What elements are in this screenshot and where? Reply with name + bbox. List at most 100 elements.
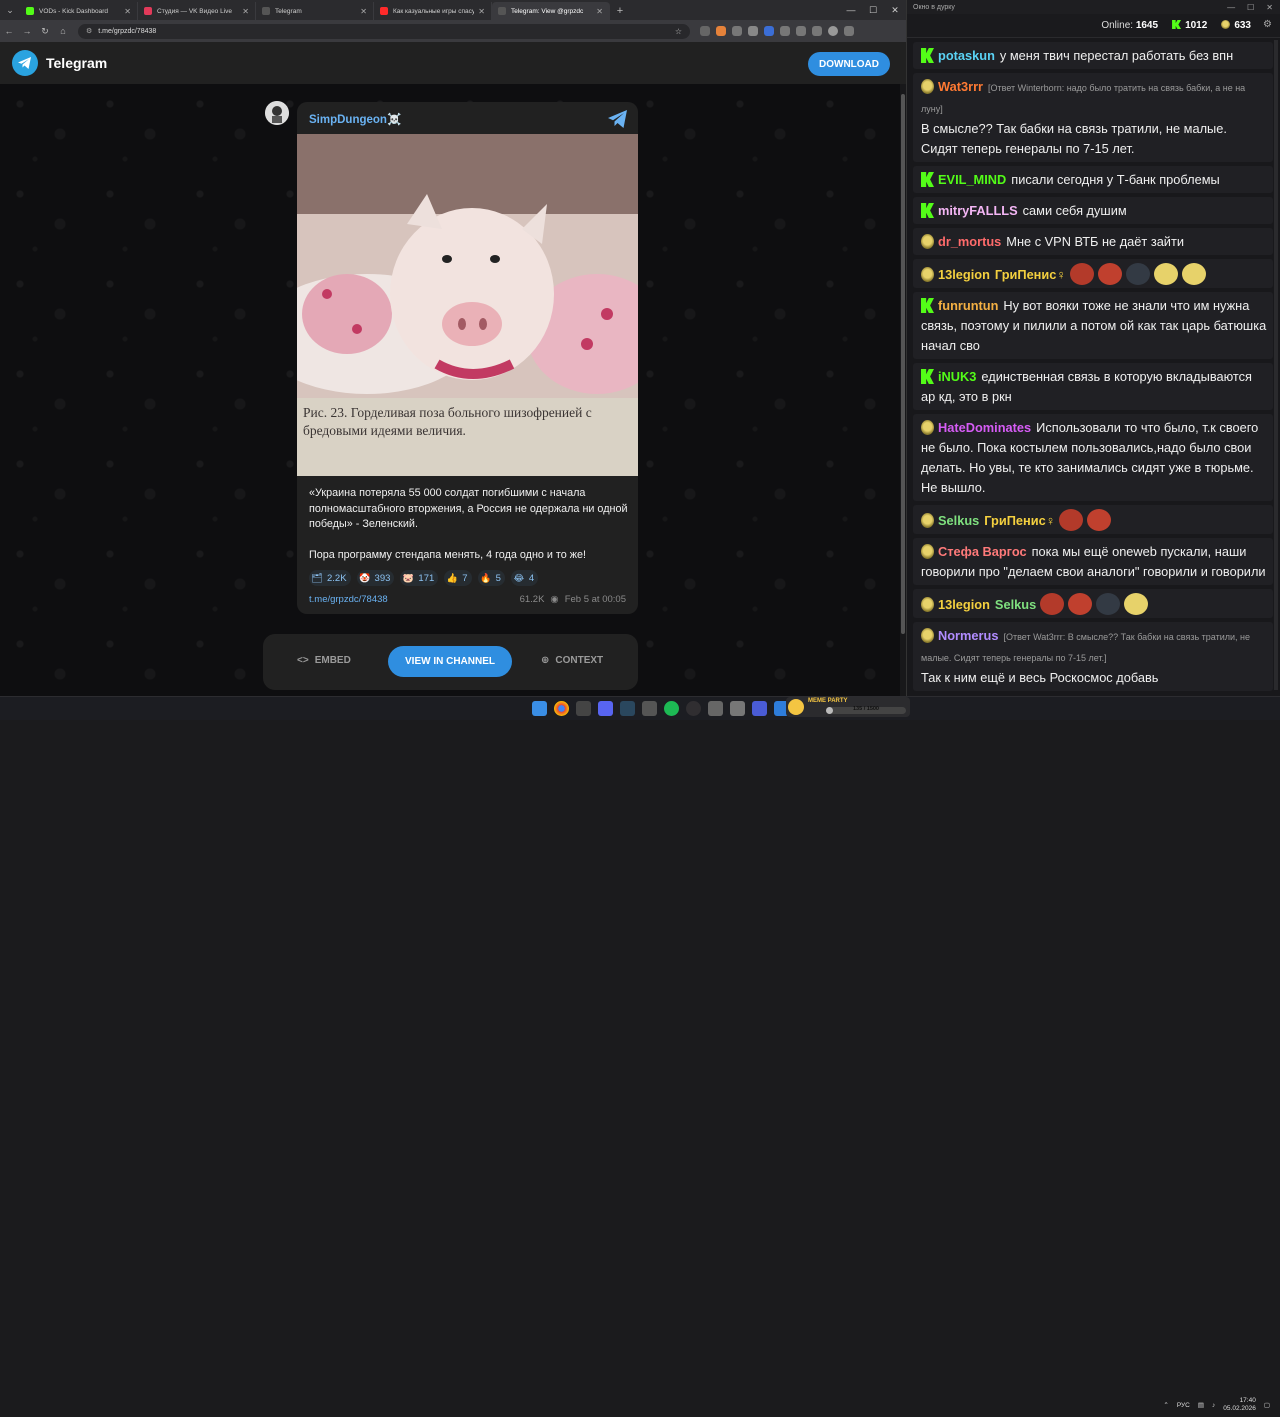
tab-youtube[interactable]: Как казуальные игры спасут ... ✕ xyxy=(374,2,492,20)
scrollbar-thumb[interactable] xyxy=(901,94,905,634)
share-icon[interactable] xyxy=(608,110,628,128)
volume-icon[interactable]: ♪ xyxy=(1212,1402,1215,1409)
download-icon[interactable] xyxy=(796,26,806,36)
download-button[interactable]: DOWNLOAD xyxy=(808,52,890,76)
chat-emote-icon xyxy=(1040,593,1065,615)
chat-message-text: В смысле?? Так бабки на связь тратили, н… xyxy=(921,121,1227,156)
extension-icon[interactable] xyxy=(748,26,758,36)
chat-username[interactable]: 13legion xyxy=(938,267,990,282)
clock[interactable]: 17:40 05.02.2026 xyxy=(1223,1397,1256,1413)
site-info-icon[interactable]: ⚙ xyxy=(86,27,92,35)
post-photo[interactable]: Рис. 23. Горделивая поза больного шизофр… xyxy=(297,134,638,476)
chat-message-list: potaskun у меня твич перестал работать бе… xyxy=(913,42,1273,692)
chat-username[interactable]: mitryFALLLS xyxy=(938,203,1018,218)
kick-badge-icon xyxy=(921,203,934,218)
notification-icon[interactable]: ▢ xyxy=(1264,1401,1270,1409)
tab-search-icon[interactable]: ⌄ xyxy=(0,0,20,20)
close-window-icon[interactable]: ✕ xyxy=(884,0,906,20)
extension-icon[interactable] xyxy=(764,26,774,36)
reaction-chip[interactable]: 🐷 171 xyxy=(400,570,439,586)
kick-badge-icon xyxy=(921,48,934,63)
menu-icon[interactable] xyxy=(844,26,854,36)
chat-message: 13legion ГриПенис♀ xyxy=(913,259,1273,288)
app-icon[interactable] xyxy=(730,701,745,716)
maximize-icon[interactable]: ☐ xyxy=(862,0,884,20)
new-tab-button[interactable]: + xyxy=(610,2,630,20)
tray-chevron-icon[interactable]: ⌃ xyxy=(1163,1401,1168,1409)
tab-telegram-view[interactable]: Telegram: View @grpzdc ✕ xyxy=(492,2,610,20)
telegram-brand[interactable]: Telegram xyxy=(46,55,107,71)
chat-message-text: Мне с VPN ВТБ не даёт зайти xyxy=(1006,234,1184,249)
chat-message: iNUK3 единственная связь в которую вклады… xyxy=(913,363,1273,410)
chat-username[interactable]: Selkus xyxy=(938,513,979,528)
reaction-chip[interactable]: 🗂 2.2K xyxy=(309,570,351,586)
chat-username[interactable]: Стефа Варгос xyxy=(938,544,1027,559)
chat-username[interactable]: HateDominates xyxy=(938,420,1031,435)
minimize-icon[interactable]: — xyxy=(1227,3,1235,12)
back-icon[interactable]: ← xyxy=(0,26,18,36)
extension-icon[interactable] xyxy=(700,26,710,36)
chat-username[interactable]: funruntun xyxy=(938,298,998,313)
tab-kick-vods[interactable]: VODs - Kick Dashboard ✕ xyxy=(20,2,138,20)
settings-gear-icon[interactable]: ⚙ xyxy=(1263,19,1272,30)
chat-username[interactable]: Wat3rrr xyxy=(938,79,983,94)
windows-taskbar: ⌃ РУС ▤ ♪ 17:40 05.02.2026 ▢ xyxy=(0,696,1280,1412)
chat-username[interactable]: EVIL_MIND xyxy=(938,172,1006,187)
peepo-badge-icon xyxy=(921,267,934,282)
reload-icon[interactable]: ↻ xyxy=(36,26,54,37)
chat-scrollbar[interactable] xyxy=(1274,40,1278,690)
puzzle-icon[interactable] xyxy=(780,26,790,36)
close-icon[interactable]: ✕ xyxy=(478,7,485,16)
telegram-logo-icon[interactable] xyxy=(12,50,38,76)
minimize-icon[interactable]: — xyxy=(840,0,862,20)
extension-icon[interactable] xyxy=(716,26,726,36)
chat-username[interactable]: Normerus xyxy=(938,628,998,643)
discord-icon[interactable] xyxy=(598,701,613,716)
extension-icon[interactable] xyxy=(732,26,742,36)
bookmark-star-icon[interactable]: ☆ xyxy=(675,27,682,36)
app-icon[interactable] xyxy=(752,701,767,716)
chat-username[interactable]: dr_mortus xyxy=(938,234,1001,249)
reaction-chip[interactable]: 👍 7 xyxy=(444,570,472,586)
close-icon[interactable]: ✕ xyxy=(124,7,131,16)
reaction-chip[interactable]: 🤡 393 xyxy=(356,570,395,586)
chat-username[interactable]: 13legion xyxy=(938,597,990,612)
chat-emote-icon xyxy=(1182,263,1206,285)
tab-telegram[interactable]: Telegram ✕ xyxy=(256,2,374,20)
profile-icon[interactable] xyxy=(828,26,838,36)
forward-icon[interactable]: → xyxy=(18,26,36,36)
spotify-icon[interactable] xyxy=(664,701,679,716)
close-icon[interactable]: ✕ xyxy=(596,7,603,16)
close-window-icon[interactable]: ✕ xyxy=(1266,3,1273,12)
home-icon[interactable]: ⌂ xyxy=(54,26,72,36)
chrome-icon[interactable] xyxy=(554,701,569,716)
language-indicator[interactable]: РУС xyxy=(1177,1402,1190,1409)
channel-name[interactable]: SimpDungeon☠️ xyxy=(309,112,401,126)
chat-titlebar: Окно в дурку — ☐ ✕ xyxy=(907,0,1280,14)
view-in-channel-button[interactable]: VIEW IN CHANNEL xyxy=(388,646,512,677)
chat-username[interactable]: potaskun xyxy=(938,48,995,63)
network-icon[interactable]: ▤ xyxy=(1198,1401,1204,1409)
close-icon[interactable]: ✕ xyxy=(242,7,249,16)
reaction-chip[interactable]: 😂 4 xyxy=(510,570,539,586)
close-icon[interactable]: ✕ xyxy=(360,7,367,16)
sidebar-icon[interactable] xyxy=(812,26,822,36)
steam-icon[interactable] xyxy=(620,701,635,716)
context-button[interactable]: ⊕ CONTEXT xyxy=(541,655,603,666)
start-icon[interactable] xyxy=(532,701,547,716)
app-icon[interactable] xyxy=(708,701,723,716)
obs-icon[interactable] xyxy=(686,701,701,716)
app-icon[interactable] xyxy=(576,701,591,716)
tab-vk-studio[interactable]: Студия — VK Видео Live ✕ xyxy=(138,2,256,20)
chat-username[interactable]: iNUK3 xyxy=(938,369,976,384)
url-field[interactable]: ⚙ t.me/grpzdc/78438 ☆ xyxy=(78,23,690,39)
app-icon[interactable] xyxy=(642,701,657,716)
channel-avatar[interactable] xyxy=(265,101,289,125)
embed-button[interactable]: <> EMBED xyxy=(297,655,351,666)
reaction-emoji-icon: 😂 xyxy=(513,572,525,583)
reaction-chip[interactable]: 🔥 5 xyxy=(477,570,505,586)
chat-message-text: Selkus xyxy=(994,597,1037,612)
meme-party-widget[interactable]: МЕМЕ PARTY 135 / 1500 xyxy=(786,697,910,717)
post-link[interactable]: t.me/grpzdc/78438 xyxy=(309,594,388,605)
maximize-icon[interactable]: ☐ xyxy=(1247,3,1254,12)
